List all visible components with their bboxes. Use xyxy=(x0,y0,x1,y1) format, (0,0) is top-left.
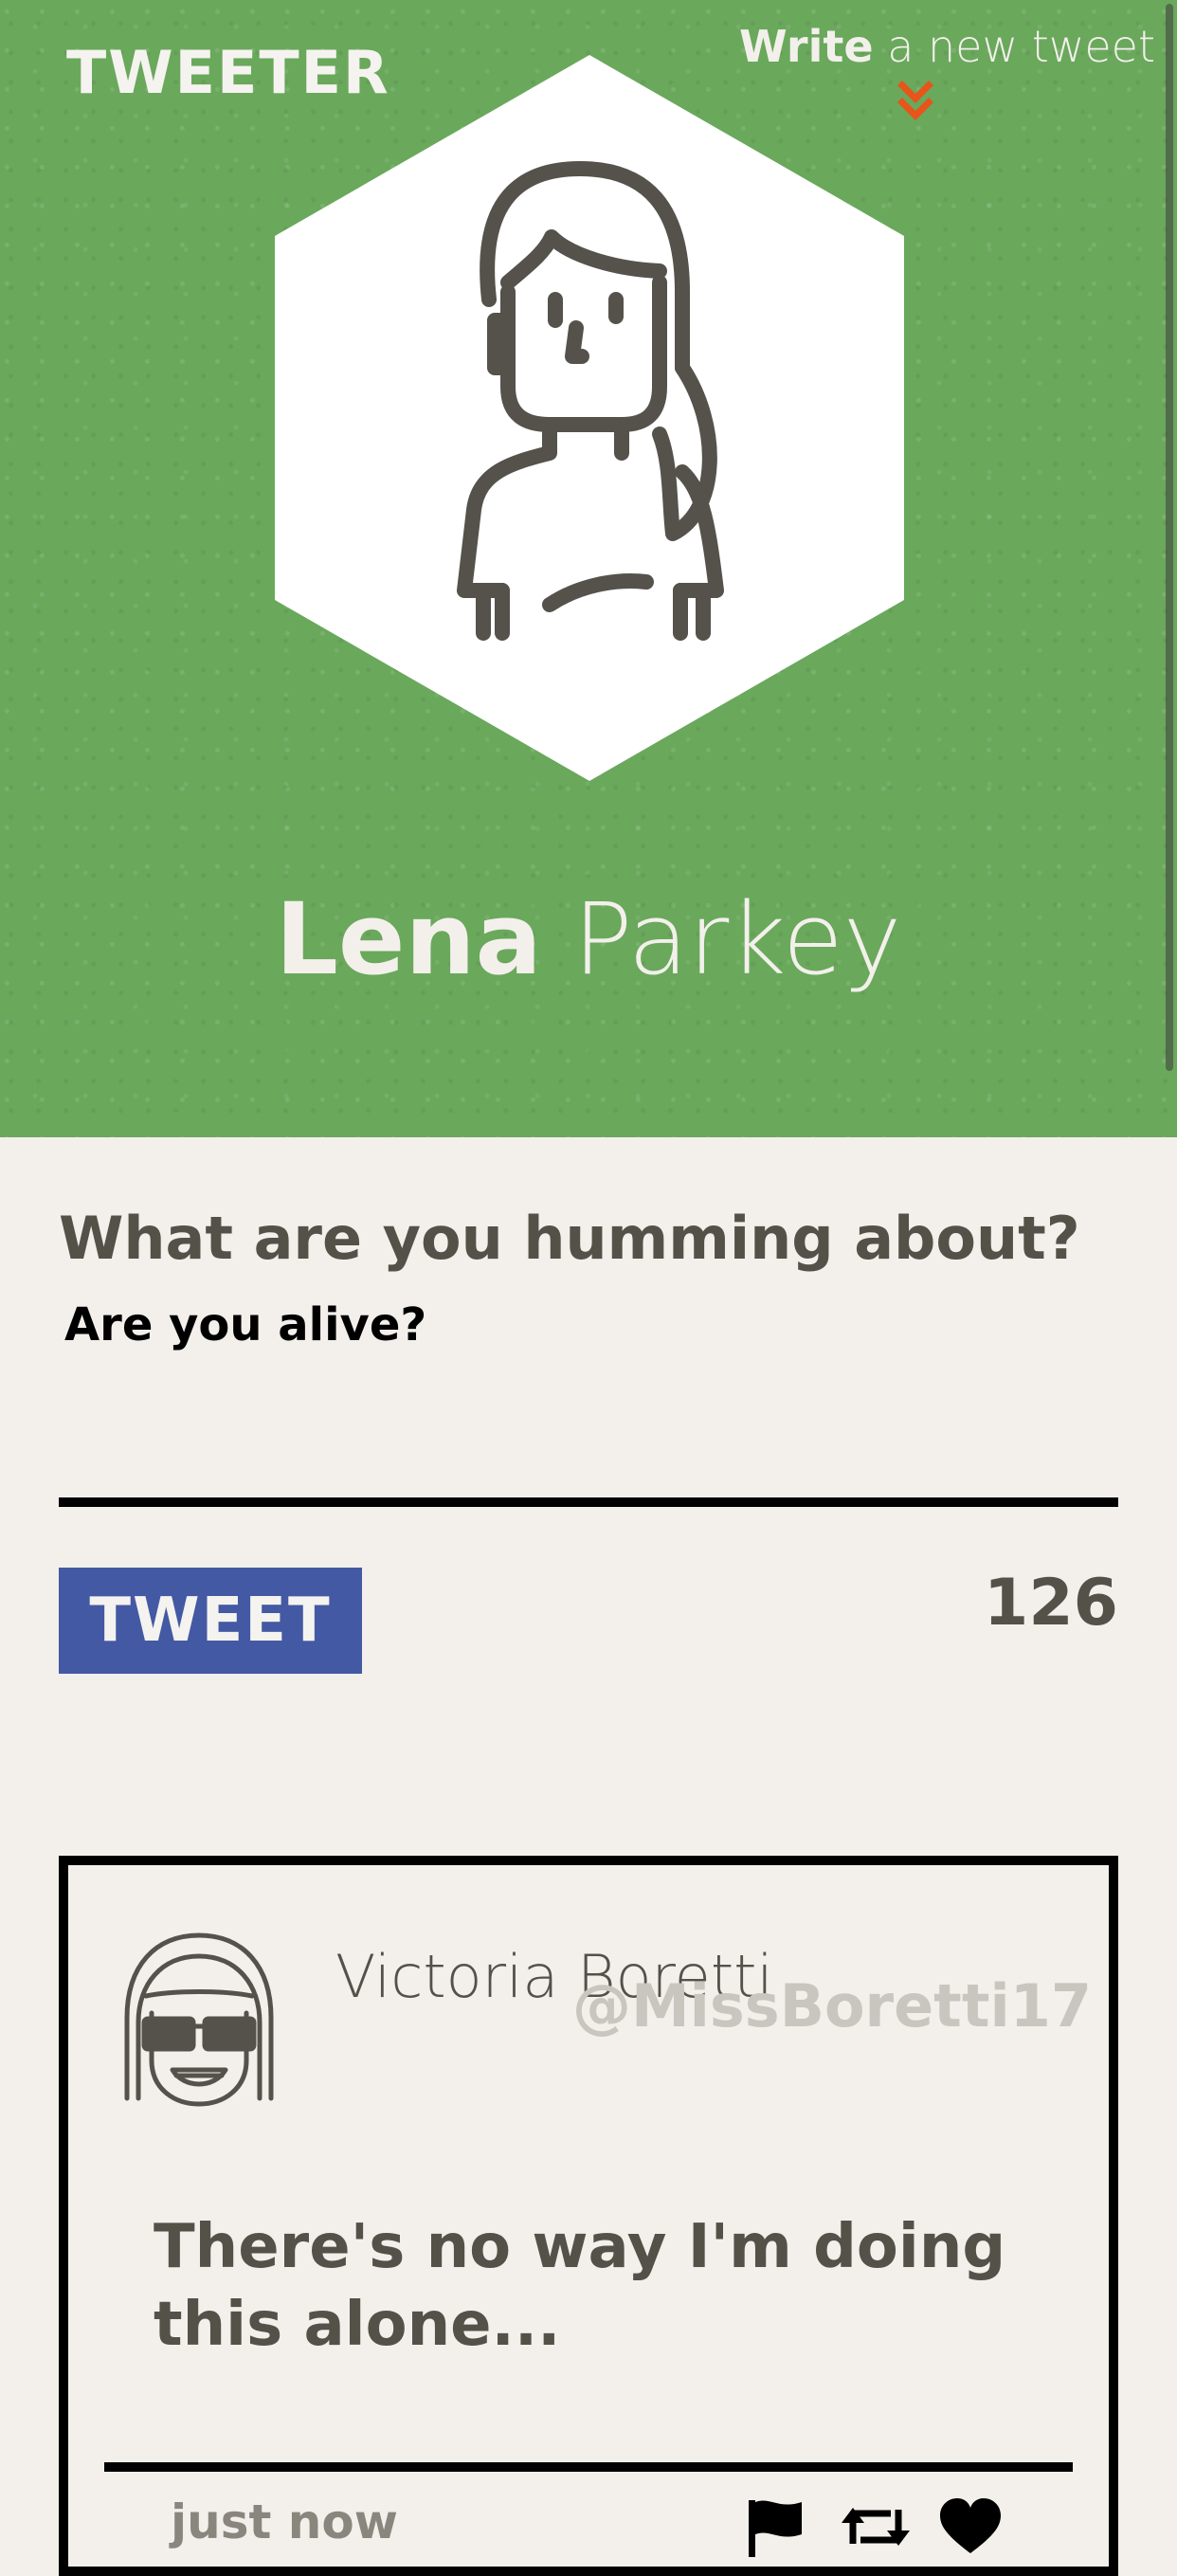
tweet-timestamp: just now xyxy=(171,2494,398,2549)
retweet-icon[interactable] xyxy=(838,2496,914,2557)
profile-first-name: Lena xyxy=(275,881,542,997)
write-link-light: a new tweet xyxy=(887,21,1156,72)
tweet-text-input[interactable]: Are you alive? xyxy=(59,1298,1118,1507)
card-divider xyxy=(104,2462,1073,2472)
woman-sunglasses-avatar-icon xyxy=(124,1932,274,2107)
tweet-button[interactable]: TWEET xyxy=(59,1568,362,1674)
profile-header: TWEETER Write a new tweet Lena Parkey xyxy=(0,0,1177,1137)
woman-avatar-icon xyxy=(275,55,904,781)
tweet-body: There's no way I'm doing this alone... xyxy=(154,2212,1006,2360)
profile-name: Lena Parkey xyxy=(0,881,1177,997)
char-counter: 126 xyxy=(984,1566,1118,1641)
tweet-card: Victoria Boretti @MissBoretti17 There's … xyxy=(59,1856,1118,2576)
heart-icon[interactable] xyxy=(938,2496,1003,2557)
flag-icon[interactable] xyxy=(743,2496,807,2557)
tweet-author-handle[interactable]: @MissBoretti17 xyxy=(572,1971,1092,2041)
profile-last-name: Parkey xyxy=(572,881,902,997)
compose-prompt: What are you humming about? xyxy=(59,1204,1080,1273)
